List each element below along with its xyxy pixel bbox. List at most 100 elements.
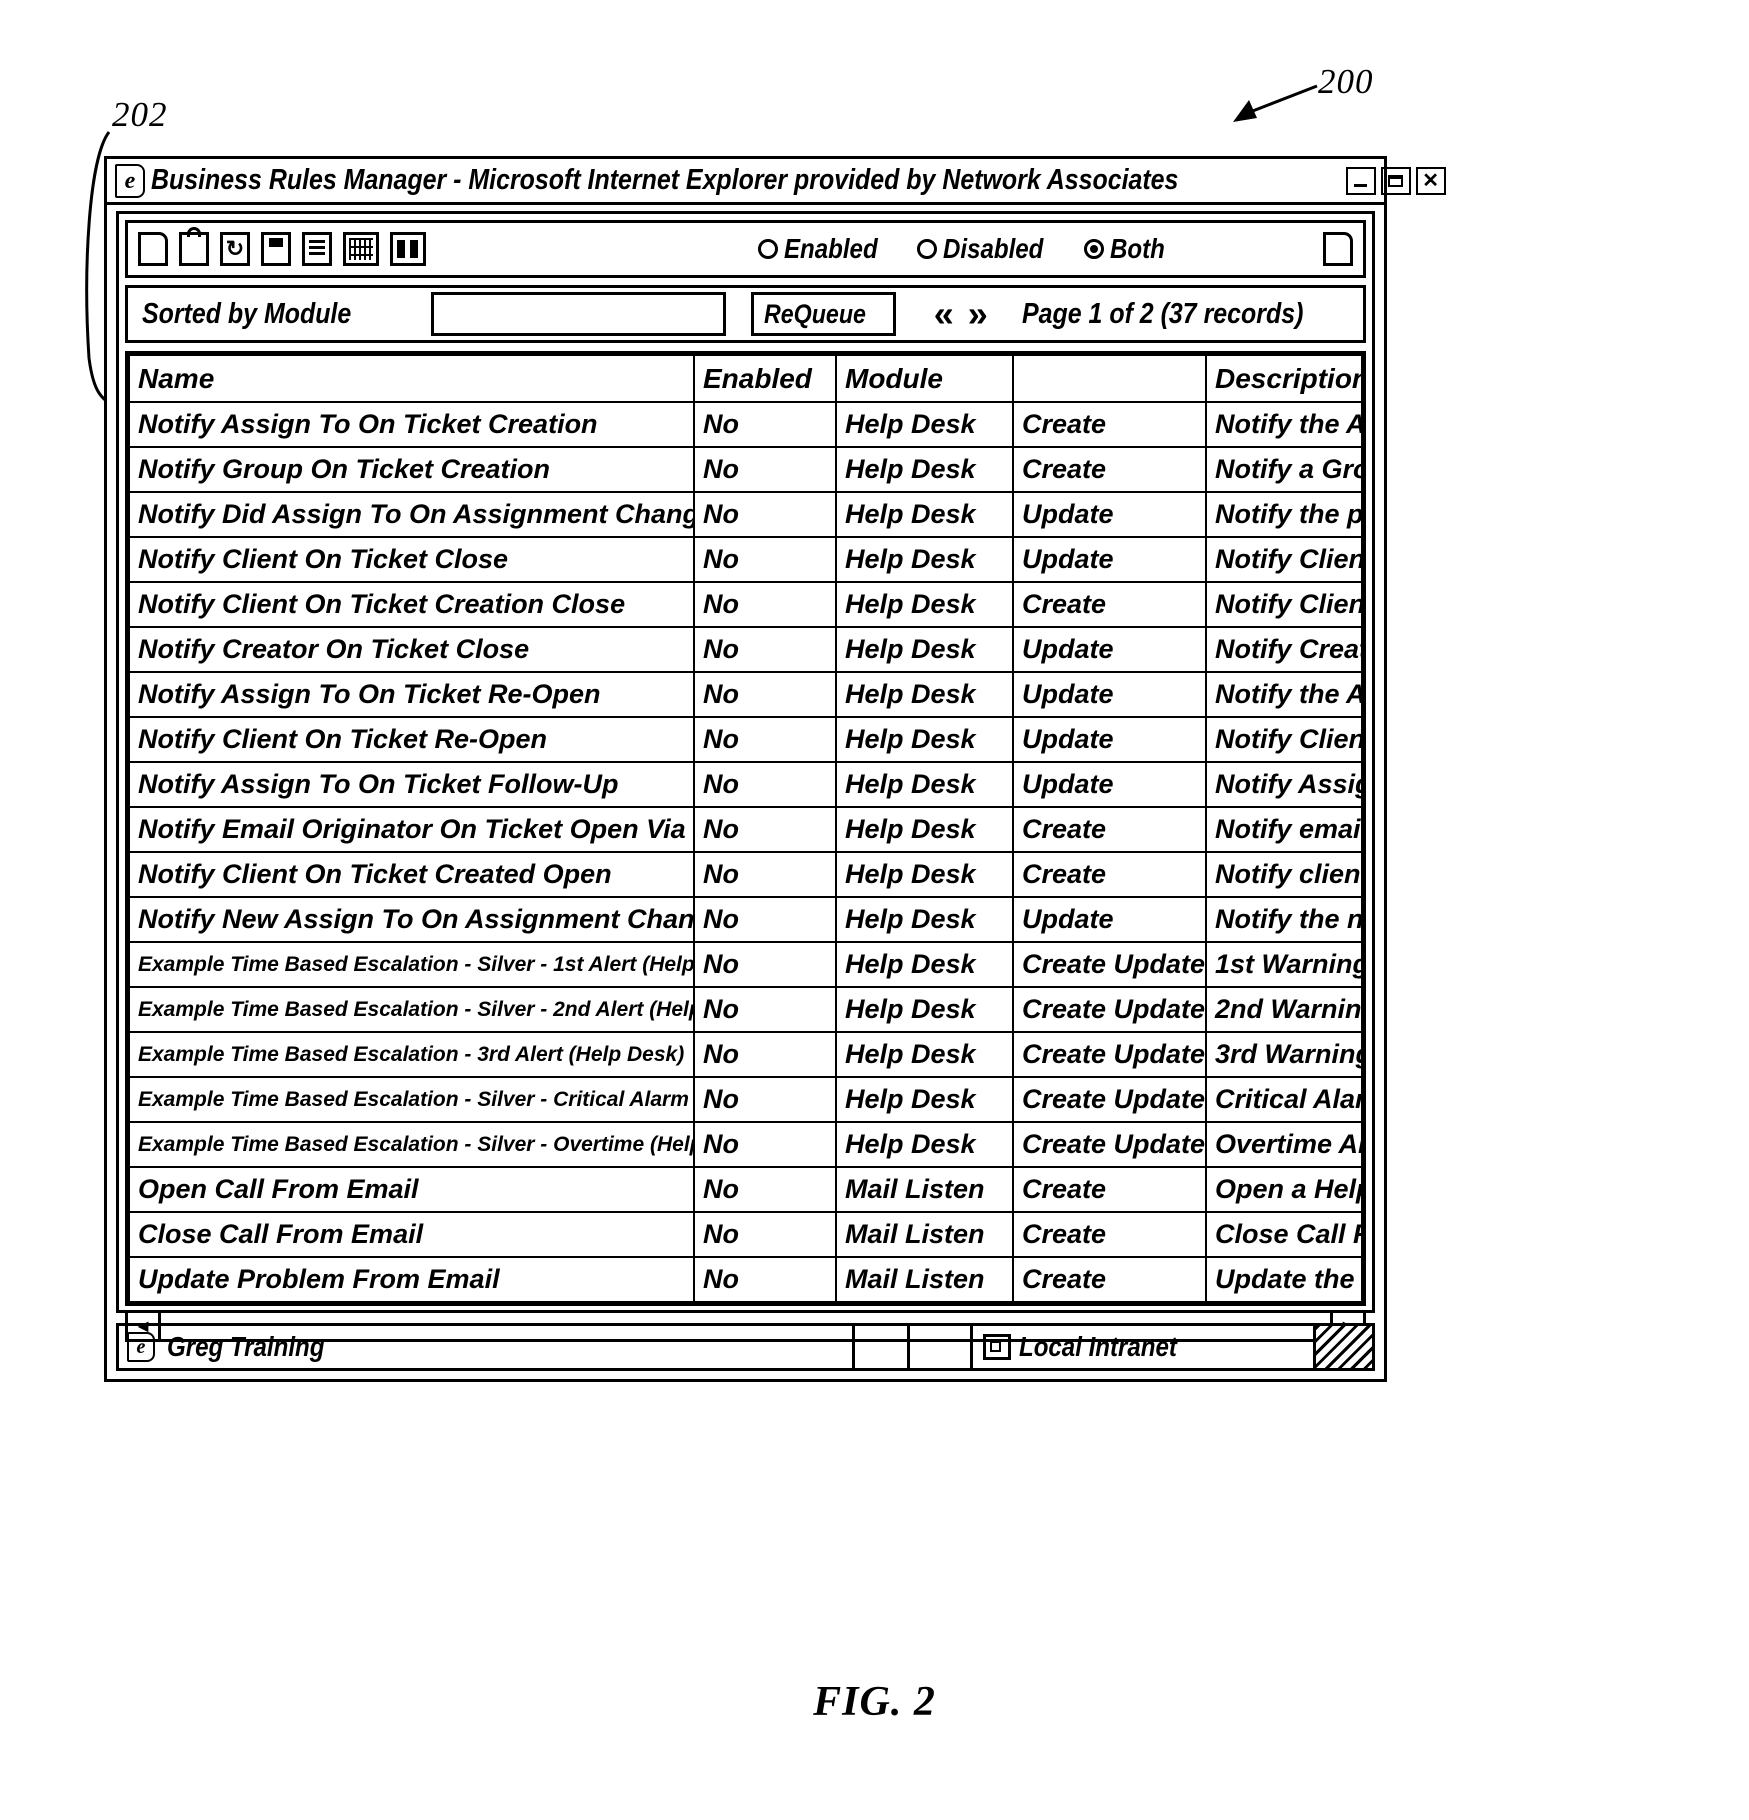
- cell-module: Help Desk: [835, 1121, 1014, 1168]
- filter-input[interactable]: [430, 292, 727, 336]
- table-row[interactable]: Example Time Based Escalation - Silver -…: [128, 986, 1363, 1033]
- radio-enabled[interactable]: Enabled: [758, 233, 893, 265]
- local-intranet-icon: [983, 1334, 1011, 1360]
- cell-enabled: No: [693, 401, 837, 448]
- cell-enabled: No: [693, 446, 837, 493]
- rules-grid: Name Enabled Module Description Notify A…: [128, 354, 1363, 1303]
- table-row[interactable]: Notify Group On Ticket Creation No Help De…: [128, 446, 1363, 493]
- column-header-action[interactable]: [1012, 354, 1207, 403]
- table-row[interactable]: Open Call From Email No Mail Listen Create O…: [128, 1166, 1363, 1213]
- radio-both-dot: [1083, 239, 1104, 259]
- grid-header-row: Name Enabled Module Description: [128, 354, 1363, 403]
- cell-description: Notify the new Assign: [1205, 896, 1363, 943]
- cell-enabled: No: [693, 851, 837, 898]
- cell-name: Notify Assign To On Ticket Follow-Up: [128, 761, 695, 808]
- maximize-button[interactable]: [1380, 166, 1411, 195]
- save-icon[interactable]: [261, 232, 291, 266]
- status-pane-1: [855, 1326, 910, 1368]
- internet-explorer-status-icon: e: [127, 1332, 155, 1362]
- cell-enabled: No: [693, 491, 837, 538]
- table-row[interactable]: Notify Email Originator On Ticket Open V…: [128, 806, 1363, 853]
- next-page-icon[interactable]: »: [968, 296, 988, 332]
- cell-description: Notify the Assign To: [1205, 671, 1363, 718]
- cell-enabled: No: [693, 896, 837, 943]
- previous-page-icon[interactable]: «: [934, 296, 954, 332]
- cell-description: Close Call From Email: [1205, 1211, 1363, 1258]
- status-text: Greg Training: [167, 1331, 325, 1362]
- cell-action: Create: [1012, 581, 1207, 628]
- cell-name: Notify Assign To On Ticket Re-Open: [128, 671, 695, 718]
- cell-action: Update: [1012, 626, 1207, 673]
- cell-name: Notify Email Originator On Ticket Open V…: [128, 806, 695, 853]
- cell-name: Notify Client On Ticket Re-Open: [128, 716, 695, 763]
- cell-action: Create Update: [1012, 941, 1207, 988]
- cell-name: Notify Assign To On Ticket Creation: [128, 401, 695, 448]
- form-icon[interactable]: [302, 232, 332, 266]
- table-row[interactable]: Notify Assign To On Ticket Follow-Up No He…: [128, 761, 1363, 808]
- radio-disabled[interactable]: Disabled: [916, 233, 1060, 265]
- cell-name: Close Call From Email: [128, 1211, 695, 1258]
- toolbar: Enabled Disabled Both: [125, 220, 1366, 278]
- cell-module: Help Desk: [835, 626, 1014, 673]
- cell-action: Update: [1012, 761, 1207, 808]
- table-row[interactable]: Example Time Based Escalation - Silver -…: [128, 1121, 1363, 1168]
- new-document-icon[interactable]: [138, 232, 168, 266]
- cell-module: Help Desk: [835, 1076, 1014, 1123]
- close-button[interactable]: ✕: [1415, 166, 1446, 195]
- cell-module: Help Desk: [835, 446, 1014, 493]
- cell-action: Create: [1012, 806, 1207, 853]
- cell-module: Help Desk: [835, 806, 1014, 853]
- toolbar-icon-group: [138, 227, 426, 266]
- table-row[interactable]: Notify Did Assign To On Assignment Chang…: [128, 491, 1363, 538]
- table-row[interactable]: Notify Assign To On Ticket Re-Open No Help…: [128, 671, 1363, 718]
- cell-name: Example Time Based Escalation - Silver -…: [128, 986, 695, 1033]
- cell-module: Help Desk: [835, 986, 1014, 1033]
- table-row[interactable]: Example Time Based Escalation - Silver -…: [128, 1076, 1363, 1123]
- table-row[interactable]: Notify Client On Ticket Created Open No He…: [128, 851, 1363, 898]
- cell-description: Notify Client when: [1205, 536, 1363, 583]
- cell-name: Example Time Based Escalation - Silver -…: [128, 1076, 695, 1123]
- table-row[interactable]: Notify Client On Ticket Close No Help Desk…: [128, 536, 1363, 583]
- table-row[interactable]: Example Time Based Escalation - 3rd Aler…: [128, 1031, 1363, 1078]
- table-row[interactable]: Notify Client On Ticket Creation Close No…: [128, 581, 1363, 628]
- table-row[interactable]: Close Call From Email No Mail Listen Create…: [128, 1211, 1363, 1258]
- cell-module: Help Desk: [835, 1031, 1014, 1078]
- cell-description: Notify Client when: [1205, 716, 1363, 763]
- refresh-icon[interactable]: [220, 232, 250, 266]
- table-row[interactable]: Update Problem From Email No Mail Listen Cr…: [128, 1256, 1363, 1303]
- cell-name: Notify Creator On Ticket Close: [128, 626, 695, 673]
- cell-module: Mail Listen: [835, 1256, 1014, 1303]
- column-header-name[interactable]: Name: [128, 354, 695, 403]
- cell-module: Help Desk: [835, 401, 1014, 448]
- cell-enabled: No: [693, 626, 837, 673]
- requeue-button[interactable]: ReQueue: [751, 292, 896, 336]
- resize-grip[interactable]: [1316, 1326, 1372, 1368]
- title-bar: e Business Rules Manager - Microsoft Int…: [107, 159, 1446, 205]
- cell-enabled: No: [693, 941, 837, 988]
- column-header-description[interactable]: Description: [1205, 354, 1363, 403]
- table-row[interactable]: Notify Client On Ticket Re-Open No Help De…: [128, 716, 1363, 763]
- table-row[interactable]: Notify Creator On Ticket Close No Help Des…: [128, 626, 1363, 673]
- radio-both[interactable]: Both: [1083, 233, 1174, 265]
- cell-description: Update the description: [1205, 1256, 1363, 1303]
- column-header-enabled[interactable]: Enabled: [693, 354, 837, 403]
- cell-action: Create Update: [1012, 1031, 1207, 1078]
- table-row[interactable]: Notify New Assign To On Assignment Chang…: [128, 896, 1363, 943]
- grid-body: Notify Assign To On Ticket Creation No Hel…: [128, 401, 1363, 1303]
- grid-icon[interactable]: [343, 232, 379, 266]
- cell-description: Critical Alarm Silver: [1205, 1076, 1363, 1123]
- requeue-button-label: ReQueue: [764, 298, 867, 329]
- table-row[interactable]: Notify Assign To On Ticket Creation No Hel…: [128, 401, 1363, 448]
- cell-module: Help Desk: [835, 941, 1014, 988]
- table-row[interactable]: Example Time Based Escalation - Silver -…: [128, 941, 1363, 988]
- column-header-module[interactable]: Module: [835, 354, 1014, 403]
- cell-name: Update Problem From Email: [128, 1256, 695, 1303]
- cell-action: Create: [1012, 446, 1207, 493]
- lock-icon[interactable]: [179, 227, 209, 266]
- client-area: Enabled Disabled Both Sorted by Module R…: [116, 211, 1375, 1342]
- report-icon[interactable]: [390, 232, 426, 266]
- cell-action: Create: [1012, 1211, 1207, 1258]
- close-pane-button[interactable]: [1323, 232, 1353, 266]
- leader-line-200: [1233, 84, 1318, 122]
- minimize-button[interactable]: [1345, 166, 1376, 195]
